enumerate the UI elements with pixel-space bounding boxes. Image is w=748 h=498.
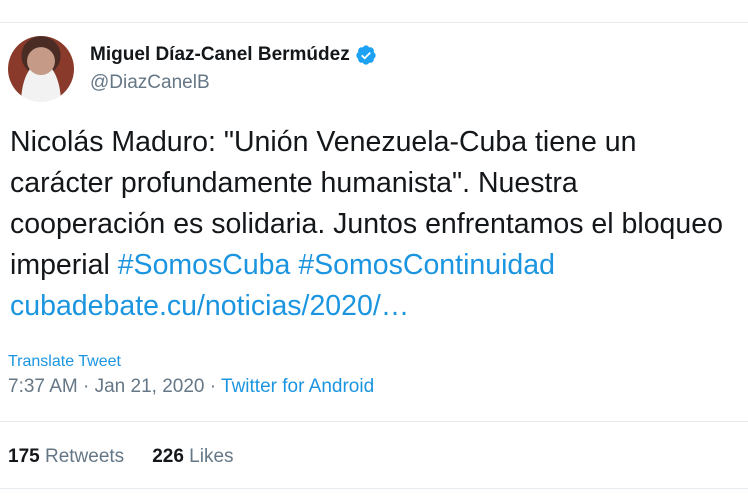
retweets-label: Retweets (44, 446, 125, 467)
tweet-link[interactable]: cubadebate.cu/noticias/2020/… (10, 286, 740, 327)
tweet-meta: 7:37 AM · Jan 21, 2020 · Twitter for And… (8, 376, 374, 398)
top-divider (0, 22, 748, 23)
tweet-text: Nicolás Maduro: "Unión Venezuela-Cuba ti… (10, 122, 740, 327)
tweet-card: Miguel Díaz-Canel Bermúdez @DiazCanelB N… (0, 0, 748, 498)
author-handle[interactable]: @DiazCanelB (90, 72, 377, 94)
hashtag-somoscontinuidad[interactable]: #SomosContinuidad (298, 249, 555, 281)
tweet-header: Miguel Díaz-Canel Bermúdez @DiazCanelB (8, 36, 377, 102)
bottom-divider (0, 488, 748, 489)
likes-stat[interactable]: 226 Likes (152, 446, 233, 468)
tweet-source[interactable]: Twitter for Android (221, 376, 374, 397)
retweets-count: 175 (8, 446, 40, 467)
likes-label: Likes (189, 446, 234, 467)
verified-badge-icon (356, 45, 376, 65)
translate-tweet-link[interactable]: Translate Tweet (8, 353, 121, 371)
name-row: Miguel Díaz-Canel Bermúdez (90, 44, 377, 66)
avatar[interactable] (8, 36, 74, 102)
tweet-stats: 175 Retweets 226 Likes (8, 446, 262, 468)
likes-count: 226 (152, 446, 184, 467)
author-names: Miguel Díaz-Canel Bermúdez @DiazCanelB (90, 44, 377, 94)
author-display-name[interactable]: Miguel Díaz-Canel Bermúdez (90, 44, 350, 66)
retweets-stat[interactable]: 175 Retweets (8, 446, 124, 468)
tweet-timestamp[interactable]: 7:37 AM · Jan 21, 2020 · (8, 376, 221, 397)
hashtag-somoscuba[interactable]: #SomosCuba (118, 249, 291, 281)
stats-divider (0, 421, 748, 422)
